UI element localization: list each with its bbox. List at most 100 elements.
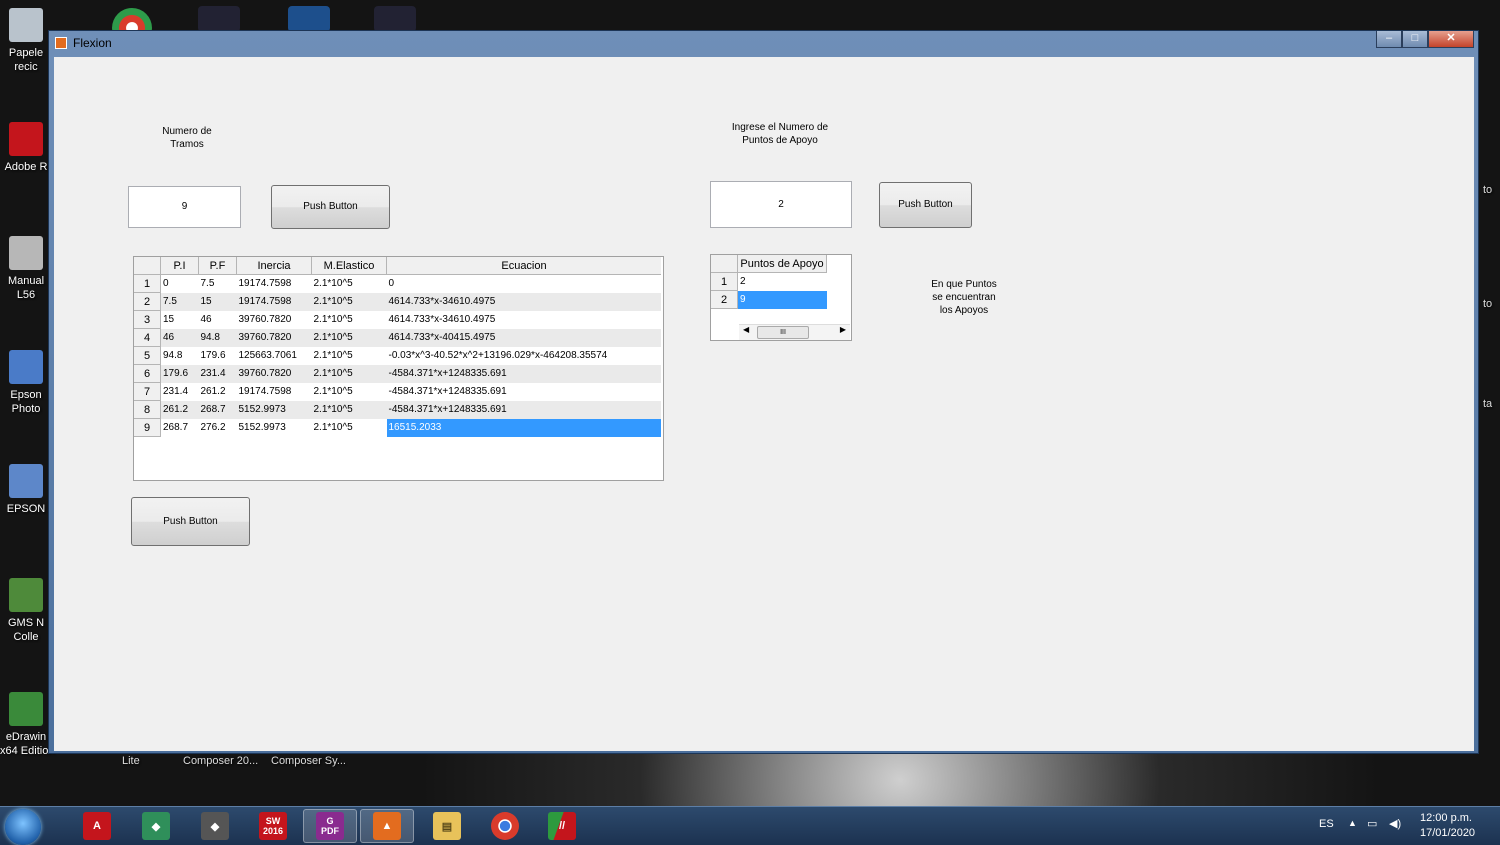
row-header[interactable]: 8 — [134, 400, 161, 419]
volume-icon[interactable]: ◀) — [1389, 817, 1401, 830]
cell-pf[interactable]: 94.8 — [198, 328, 237, 347]
desktop-top-icon-composer[interactable] — [374, 6, 416, 32]
clock-time[interactable]: 12:00 p.m. — [1420, 812, 1472, 824]
cell-melastico[interactable]: 2.1*10^5 — [312, 383, 387, 401]
taskbar-app-chrome[interactable]: ● — [478, 809, 532, 843]
cell-inercia[interactable]: 39760.7820 — [236, 328, 312, 347]
cell-pi[interactable]: 268.7 — [161, 419, 199, 437]
cell-pf[interactable]: 231.4 — [198, 364, 237, 383]
row-header[interactable]: 9 — [134, 418, 161, 437]
taskbar-app-pdf-creator[interactable]: G PDF — [303, 809, 357, 843]
desktop-top-icon-photoshop[interactable] — [288, 6, 330, 32]
cell-punto-apoyo-selected[interactable]: 9 — [737, 290, 827, 309]
taskbar-app-solidworks[interactable]: SW 2016 — [246, 809, 300, 843]
cell-pi[interactable]: 231.4 — [161, 383, 199, 401]
cell-ecuacion[interactable]: 4614.733*x-40415.4975 — [386, 328, 661, 347]
apoyo-input[interactable]: 2 — [710, 181, 852, 228]
cell-pi[interactable]: 46 — [160, 328, 199, 347]
taskbar-app-explorer[interactable]: ▤ — [420, 809, 474, 843]
cell-inercia[interactable]: 5152.9973 — [236, 400, 312, 419]
row-header[interactable]: 3 — [134, 310, 161, 329]
desktop-top-icon-edrawings[interactable] — [198, 6, 240, 32]
close-button[interactable]: ✕ — [1428, 31, 1474, 48]
row-header[interactable]: 2 — [711, 290, 738, 309]
language-indicator[interactable]: ES — [1319, 818, 1334, 830]
cell-melastico[interactable]: 2.1*10^5 — [312, 275, 387, 293]
desktop-icon-recycle-bin[interactable]: Papele recic — [0, 8, 52, 74]
cell-pi[interactable]: 94.8 — [161, 347, 199, 365]
cell-ecuacion[interactable]: 0 — [387, 275, 662, 293]
cell-inercia[interactable]: 19174.7598 — [236, 292, 312, 311]
desktop-icon-edrawings[interactable]: eDrawin x64 Edition — [0, 692, 54, 758]
desktop-icon-manual[interactable]: Manual L56 — [0, 236, 52, 302]
cell-pi[interactable]: 261.2 — [160, 400, 199, 419]
column-header-puntos-apoyo[interactable]: Puntos de Apoyo — [737, 255, 827, 273]
cell-inercia[interactable]: 39760.7820 — [237, 311, 312, 329]
desktop-icon-epson-photo[interactable]: Epson Photo — [0, 350, 52, 416]
cell-pf[interactable]: 46 — [199, 311, 237, 329]
desktop-icon-adobe-reader[interactable]: Adobe R — [0, 122, 52, 174]
clock-date[interactable]: 17/01/2020 — [1420, 827, 1475, 839]
column-header-melastico[interactable]: M.Elastico — [311, 257, 387, 275]
column-header-inercia[interactable]: Inercia — [236, 257, 312, 275]
bottom-push-button[interactable]: Push Button — [131, 497, 250, 546]
cell-ecuacion[interactable]: 4614.733*x-34610.4975 — [386, 292, 661, 311]
row-header[interactable]: 5 — [134, 346, 161, 365]
taskbar-app-matlab[interactable]: ▲ — [360, 809, 414, 843]
cell-punto-apoyo[interactable]: 2 — [738, 273, 827, 291]
tramos-push-button[interactable]: Push Button — [271, 185, 390, 229]
cell-ecuacion[interactable]: -4584.371*x+1248335.691 — [387, 383, 662, 401]
cell-inercia[interactable]: 5152.9973 — [237, 419, 312, 437]
cell-pi[interactable]: 179.6 — [160, 364, 199, 383]
cell-pf[interactable]: 261.2 — [199, 383, 237, 401]
cell-melastico[interactable]: 2.1*10^5 — [312, 347, 387, 365]
row-header[interactable]: 1 — [711, 272, 738, 291]
apoyo-push-button[interactable]: Push Button — [879, 182, 972, 228]
network-icon[interactable]: ▭ — [1367, 817, 1377, 830]
tramos-table[interactable]: P.I P.F Inercia M.Elastico Ecuacion 1 0 … — [133, 256, 664, 481]
scroll-right-arrow-icon[interactable]: ▶ — [840, 325, 846, 334]
cell-melastico[interactable]: 2.1*10^5 — [311, 364, 387, 383]
cell-pf[interactable]: 15 — [198, 292, 237, 311]
cell-melastico[interactable]: 2.1*10^5 — [311, 328, 387, 347]
cell-inercia[interactable]: 39760.7820 — [236, 364, 312, 383]
desktop-icon-epson[interactable]: EPSON — [0, 464, 52, 516]
cell-pi[interactable]: 7.5 — [160, 292, 199, 311]
minimize-button[interactable]: – — [1376, 31, 1402, 48]
window-titlebar[interactable]: Flexion – □ ✕ — [49, 31, 1478, 55]
cell-melastico[interactable]: 2.1*10^5 — [311, 292, 387, 311]
maximize-button[interactable]: □ — [1402, 31, 1428, 48]
cell-inercia[interactable]: 19174.7598 — [237, 383, 312, 401]
horizontal-scrollbar[interactable]: ◀ III ▶ — [739, 324, 850, 340]
cell-ecuacion[interactable]: 4614.733*x-34610.4975 — [387, 311, 662, 329]
cell-ecuacion[interactable]: -4584.371*x+1248335.691 — [386, 364, 661, 383]
cell-ecuacion[interactable]: -0.03*x^3-40.52*x^2+13196.029*x-464208.3… — [387, 347, 662, 365]
cell-pi[interactable]: 15 — [161, 311, 199, 329]
row-header[interactable]: 6 — [134, 364, 161, 383]
cell-pf[interactable]: 7.5 — [199, 275, 237, 293]
cell-ecuacion[interactable]: -4584.371*x+1248335.691 — [386, 400, 661, 419]
taskbar-app-autocad[interactable]: A — [70, 809, 124, 843]
cell-ecuacion-selected[interactable]: 16515.2033 — [386, 418, 661, 437]
cell-pf[interactable]: 179.6 — [199, 347, 237, 365]
cell-inercia[interactable]: 19174.7598 — [237, 275, 312, 293]
show-hidden-icons-icon[interactable]: ▲ — [1348, 818, 1357, 828]
apoyo-table[interactable]: Puntos de Apoyo 1 2 2 9 ◀ III ▶ — [710, 254, 852, 341]
taskbar-app-composer[interactable]: ◆ — [188, 809, 242, 843]
cell-inercia[interactable]: 125663.7061 — [237, 347, 312, 365]
column-header-pi[interactable]: P.I — [160, 257, 199, 275]
cell-pi[interactable]: 0 — [161, 275, 199, 293]
taskbar-app-edrawings[interactable]: ◆ — [129, 809, 183, 843]
desktop-icon-gms[interactable]: GMS N Colle — [0, 578, 52, 644]
cell-melastico[interactable]: 2.1*10^5 — [311, 400, 387, 419]
column-header-pf[interactable]: P.F — [198, 257, 237, 275]
start-button[interactable] — [5, 809, 41, 845]
taskbar-app-stripes[interactable]: // — [535, 809, 589, 843]
cell-melastico[interactable]: 2.1*10^5 — [312, 311, 387, 329]
cell-pf[interactable]: 268.7 — [198, 400, 237, 419]
row-header[interactable]: 1 — [134, 274, 161, 293]
scroll-left-arrow-icon[interactable]: ◀ — [743, 325, 749, 334]
row-header[interactable]: 2 — [134, 292, 161, 311]
cell-melastico[interactable]: 2.1*10^5 — [312, 419, 387, 437]
tramos-input[interactable]: 9 — [128, 186, 241, 228]
